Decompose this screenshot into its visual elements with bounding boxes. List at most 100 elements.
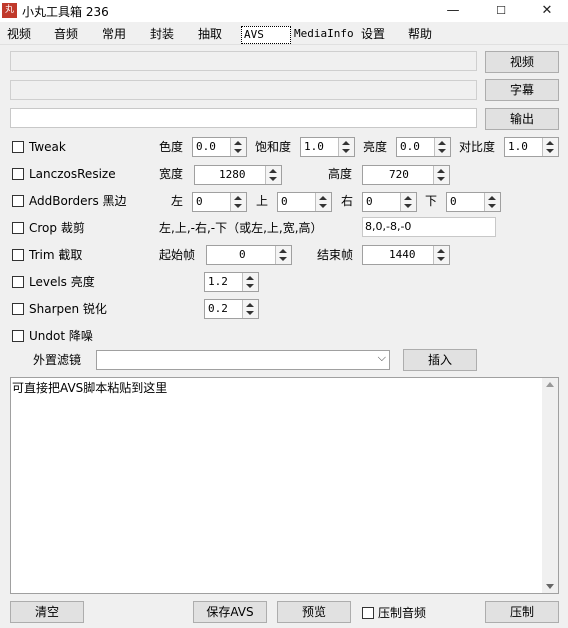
hue-value: 0.0 [196,140,216,153]
clear-button[interactable]: 清空 [10,601,84,623]
avs-script-text: 可直接把AVS脚本粘贴到这里 [12,381,168,395]
tab-help[interactable]: 帮助 [406,26,434,42]
border-left-stepper[interactable]: 0 [192,192,247,212]
sharpen-stepper[interactable]: 0.2 [204,299,259,319]
lanczos-checkbox[interactable] [12,168,24,180]
end-frame-value: 1440 [389,248,416,261]
scroll-up-icon[interactable] [546,382,554,387]
border-left-spin-arrows[interactable] [230,193,246,211]
suppress-audio-checkbox[interactable] [362,607,374,619]
levels-stepper[interactable]: 1.2 [204,272,259,292]
trim-checkbox[interactable] [12,249,24,261]
border-top-value: 0 [281,195,288,208]
border-top-stepper[interactable]: 0 [277,192,332,212]
app-icon: 丸 [2,3,17,18]
brightness-value: 0.0 [400,140,420,153]
output-path-field[interactable] [10,108,477,128]
contrast-stepper[interactable]: 1.0 [504,137,559,157]
crop-label: Crop 裁剪 [29,221,85,235]
border-right-value: 0 [366,195,373,208]
encode-button[interactable]: 压制 [485,601,559,623]
start-frame-spin-arrows[interactable] [275,246,291,264]
brightness-spin-arrows[interactable] [434,138,450,156]
levels-label: Levels 亮度 [29,275,95,289]
addborders-checkbox[interactable] [12,195,24,207]
border-right-spin-arrows[interactable] [400,193,416,211]
width-spin-arrows[interactable] [265,166,281,184]
levels-checkbox[interactable] [12,276,24,288]
height-label: 高度 [328,167,353,181]
hue-spin-arrows[interactable] [230,138,246,156]
saturation-label: 饱和度 [255,140,292,154]
maximize-button[interactable]: ☐ [478,0,524,22]
hue-label: 色度 [159,140,184,154]
border-top-label: 上 [256,194,269,208]
window-title: 小丸工具箱 236 [22,5,109,19]
contrast-label: 对比度 [459,140,496,154]
tab-common[interactable]: 常用 [100,26,128,42]
saturation-stepper[interactable]: 1.0 [300,137,355,157]
border-left-value: 0 [196,195,203,208]
tab-audio[interactable]: 音频 [52,26,80,42]
tab-video[interactable]: 视频 [5,26,33,42]
subtitle-button[interactable]: 字幕 [485,79,559,101]
border-top-spin-arrows[interactable] [315,193,331,211]
tab-settings[interactable]: 设置 [359,26,387,42]
video-path-field[interactable] [10,51,477,71]
end-frame-stepper[interactable]: 1440 [362,245,450,265]
save-avs-button[interactable]: 保存AVS [193,601,267,623]
addborders-label: AddBorders 黑边 [29,194,127,208]
border-right-label: 右 [341,194,354,208]
scroll-down-icon[interactable] [546,584,554,589]
height-spin-arrows[interactable] [433,166,449,184]
crop-input[interactable]: 8,0,-8,-0 [362,217,496,237]
start-frame-value: 0 [239,248,246,261]
hue-stepper[interactable]: 0.0 [192,137,247,157]
brightness-stepper[interactable]: 0.0 [396,137,451,157]
levels-spin-arrows[interactable] [242,273,258,291]
border-bottom-spin-arrows[interactable] [484,193,500,211]
height-stepper[interactable]: 720 [362,165,450,185]
border-bottom-value: 0 [450,195,457,208]
sharpen-checkbox[interactable] [12,303,24,315]
crop-checkbox[interactable] [12,222,24,234]
sharpen-label: Sharpen 锐化 [29,302,107,316]
border-bottom-label: 下 [425,194,438,208]
width-value: 1280 [219,168,246,181]
saturation-spin-arrows[interactable] [338,138,354,156]
external-filter-label: 外置滤镜 [33,353,82,367]
start-frame-label: 起始帧 [159,248,196,262]
subtitle-path-field[interactable] [10,80,477,100]
end-frame-spin-arrows[interactable] [433,246,449,264]
border-right-stepper[interactable]: 0 [362,192,417,212]
output-button[interactable]: 输出 [485,108,559,130]
tab-avs[interactable]: AVS [241,26,291,44]
video-button[interactable]: 视频 [485,51,559,73]
minimize-button[interactable]: — [430,0,476,22]
insert-button[interactable]: 插入 [403,349,477,371]
close-button[interactable]: ✕ [524,0,568,22]
tweak-checkbox[interactable] [12,141,24,153]
tab-extract[interactable]: 抽取 [196,26,224,42]
contrast-value: 1.0 [508,140,528,153]
undot-label: Undot 降噪 [29,329,93,343]
sharpen-spin-arrows[interactable] [242,300,258,318]
border-bottom-stepper[interactable]: 0 [446,192,501,212]
external-filter-dropdown[interactable]: ⌵ [96,350,390,370]
undot-checkbox[interactable] [12,330,24,342]
end-frame-label: 结束帧 [317,248,354,262]
height-value: 720 [389,168,409,181]
scrollbar[interactable] [542,378,558,593]
tab-divider [0,44,568,45]
preview-button[interactable]: 预览 [277,601,351,623]
start-frame-stepper[interactable]: 0 [206,245,292,265]
brightness-label: 亮度 [363,140,388,154]
tweak-label: Tweak [29,140,66,154]
width-label: 宽度 [159,167,184,181]
tab-mediainfo[interactable]: MediaInfo [292,26,356,42]
tab-mux[interactable]: 封装 [148,26,176,42]
width-stepper[interactable]: 1280 [194,165,282,185]
contrast-spin-arrows[interactable] [542,138,558,156]
avs-script-textarea[interactable]: 可直接把AVS脚本粘贴到这里 [10,377,559,594]
levels-value: 1.2 [208,275,228,288]
